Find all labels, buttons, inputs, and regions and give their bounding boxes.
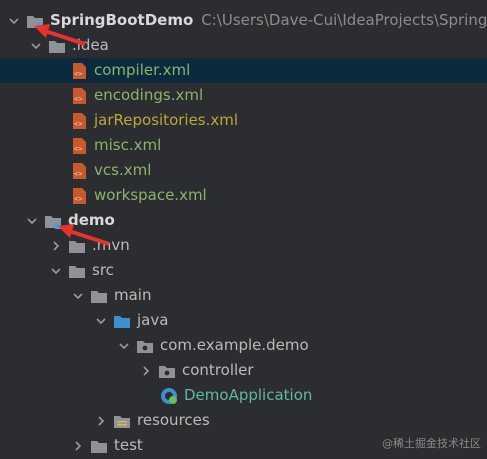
folder-icon <box>90 437 108 455</box>
tree-row-package[interactable]: com.example.demo <box>0 333 487 358</box>
svg-text:<>: <> <box>74 195 82 203</box>
tree-row-file[interactable]: <> encodings.xml <box>0 83 487 108</box>
chevron-down-icon[interactable] <box>6 13 22 29</box>
module-folder-icon <box>44 212 62 230</box>
chevron-down-icon[interactable] <box>93 313 109 329</box>
svg-text:<>: <> <box>74 145 82 153</box>
tree-row-idea[interactable]: .idea <box>0 33 487 58</box>
xml-file-icon: <> <box>70 62 88 80</box>
tree-row-file[interactable]: <> misc.xml <box>0 133 487 158</box>
folder-icon <box>48 37 66 55</box>
mvn-folder-label: .mvn <box>92 236 130 254</box>
tree-row-java[interactable]: java <box>0 308 487 333</box>
svg-text:<>: <> <box>74 120 82 128</box>
tree-row-file[interactable]: <> jarRepositories.xml <box>0 108 487 133</box>
file-label: encodings.xml <box>94 86 204 104</box>
resources-folder-icon <box>113 412 131 430</box>
project-tree-panel: SpringBootDemo C:\Users\Dave-Cui\IdeaPro… <box>0 0 487 459</box>
tree-row-src[interactable]: src <box>0 258 487 283</box>
tree-row-file[interactable]: <> compiler.xml <box>0 58 487 83</box>
app-class-label: DemoApplication <box>184 386 313 404</box>
spring-class-icon <box>160 387 178 405</box>
folder-icon <box>68 262 86 280</box>
java-folder-label: java <box>137 311 169 329</box>
controller-package-label: controller <box>182 361 254 379</box>
chevron-right-icon[interactable] <box>48 238 64 254</box>
tree-row-controller[interactable]: controller <box>0 358 487 383</box>
chevron-down-icon[interactable] <box>116 338 132 354</box>
file-label: jarRepositories.xml <box>94 111 239 129</box>
package-label: com.example.demo <box>160 336 309 354</box>
resources-folder-label: resources <box>137 411 210 429</box>
file-label: vcs.xml <box>94 161 152 179</box>
root-project-path: C:\Users\Dave-Cui\IdeaProjects\SpringB <box>201 11 487 29</box>
xml-file-icon: <> <box>70 137 88 155</box>
xml-file-icon: <> <box>70 87 88 105</box>
tree-row-root[interactable]: SpringBootDemo C:\Users\Dave-Cui\IdeaPro… <box>0 8 487 33</box>
file-label: misc.xml <box>94 136 162 154</box>
chevron-right-icon[interactable] <box>138 363 154 379</box>
package-icon <box>158 362 176 380</box>
idea-folder-label: .idea <box>72 36 109 54</box>
watermark: @稀土掘金技术社区 <box>382 437 481 450</box>
xml-file-icon: <> <box>70 187 88 205</box>
tree-row-main[interactable]: main <box>0 283 487 308</box>
chevron-right-icon[interactable] <box>93 413 109 429</box>
tree-row-demo[interactable]: demo <box>0 208 487 233</box>
tree-row-file[interactable]: <> workspace.xml <box>0 183 487 208</box>
chevron-down-icon[interactable] <box>28 38 44 54</box>
svg-text:<>: <> <box>74 70 82 78</box>
folder-icon <box>68 237 86 255</box>
chevron-right-icon[interactable] <box>70 438 86 454</box>
tree-row-file[interactable]: <> vcs.xml <box>0 158 487 183</box>
main-folder-label: main <box>114 286 152 304</box>
xml-file-icon: <> <box>70 162 88 180</box>
tree-row-app[interactable]: DemoApplication <box>0 383 487 408</box>
package-icon <box>136 337 154 355</box>
chevron-down-icon[interactable] <box>48 263 64 279</box>
xml-file-icon: <> <box>70 112 88 130</box>
module-folder-icon <box>26 12 44 30</box>
tree-row-resources[interactable]: resources <box>0 408 487 433</box>
tree-row-mvn[interactable]: .mvn <box>0 233 487 258</box>
test-folder-label: test <box>114 436 143 454</box>
demo-module-label: demo <box>68 211 115 229</box>
file-label: compiler.xml <box>94 61 191 79</box>
root-project-label: SpringBootDemo <box>50 11 194 29</box>
chevron-down-icon[interactable] <box>70 288 86 304</box>
src-folder-label: src <box>92 261 114 279</box>
svg-text:<>: <> <box>74 95 82 103</box>
folder-icon <box>90 287 108 305</box>
chevron-down-icon[interactable] <box>24 213 40 229</box>
svg-text:<>: <> <box>74 170 82 178</box>
file-label: workspace.xml <box>94 186 207 204</box>
source-folder-icon <box>113 312 131 330</box>
